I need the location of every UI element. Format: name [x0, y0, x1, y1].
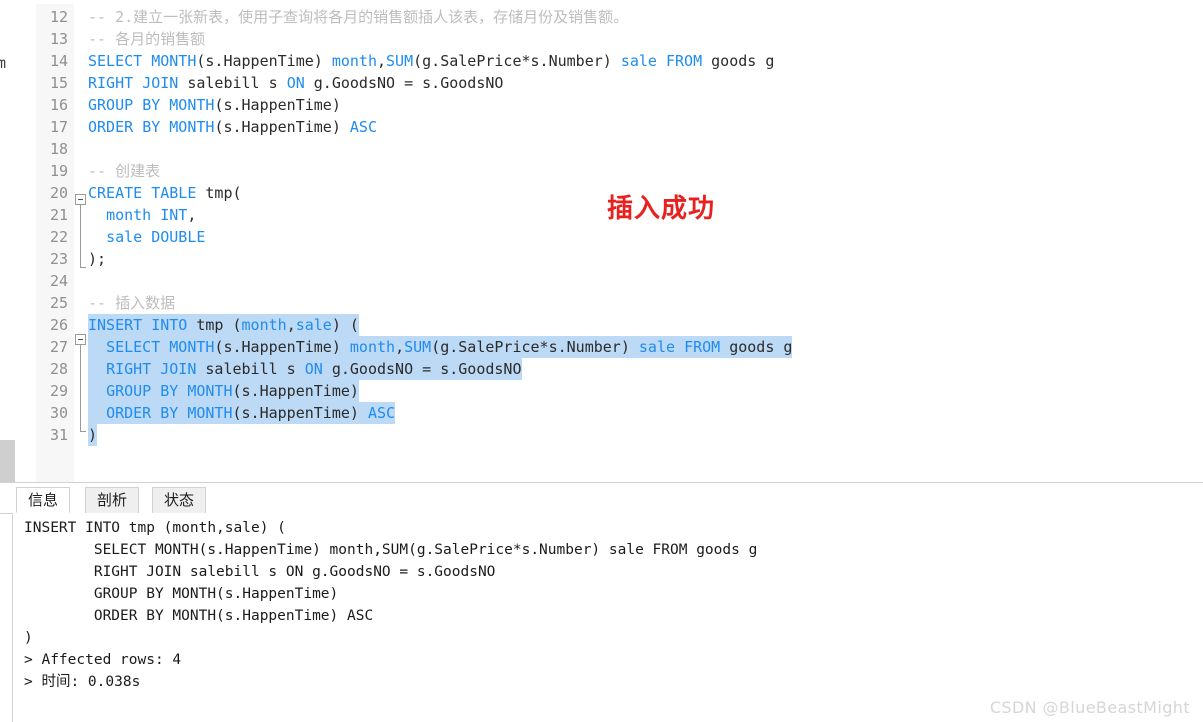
- sql-editor-window: m 12 -- 2.建立一张新表，使用子查询将各月的销售额插人该表，存储月份及销售…: [0, 0, 1203, 722]
- code-text[interactable]: SELECT MONTH(s.HappenTime) month,SUM(g.S…: [88, 50, 774, 72]
- code-line[interactable]: 25 -- 插入数据: [0, 292, 1203, 314]
- tab-status[interactable]: 状态: [152, 487, 207, 513]
- annotation-insert-success: 插入成功: [607, 194, 716, 224]
- code-text[interactable]: SELECT MONTH(s.HappenTime) month,SUM(g.S…: [88, 336, 793, 358]
- result-tabbar: 信息 剖析 状态: [0, 483, 1203, 514]
- result-output-text[interactable]: INSERT INTO tmp (month,sale) ( SELECT MO…: [13, 513, 1203, 722]
- code-line[interactable]: 23);: [0, 248, 1203, 270]
- code-text[interactable]: GROUP BY MONTH(s.HappenTime): [88, 380, 359, 402]
- top-row-clip: [36, 0, 1203, 4]
- csdn-watermark: CSDN @BlueBeastMight: [989, 698, 1190, 717]
- line-number: 31: [49, 426, 68, 444]
- code-text[interactable]: );: [88, 248, 106, 270]
- fold-toggle-create-table[interactable]: [75, 194, 86, 205]
- code-editor-pane[interactable]: m 12 -- 2.建立一张新表，使用子查询将各月的销售额插人该表，存储月份及销售…: [0, 0, 1203, 482]
- result-output-line: RIGHT JOIN salebill s ON g.GoodsNO = s.G…: [24, 564, 496, 580]
- code-line[interactable]: 30 ORDER BY MONTH(s.HappenTime) ASC: [0, 402, 1203, 424]
- line-number: 16: [49, 96, 68, 114]
- code-line[interactable]: 14 SELECT MONTH(s.HappenTime) month,SUM(g…: [0, 50, 1203, 72]
- code-text[interactable]: -- 各月的销售额: [88, 28, 205, 50]
- fold-bracket-insert: [80, 345, 81, 431]
- code-line[interactable]: 20 CREATE TABLE tmp(: [0, 182, 1203, 204]
- code-line[interactable]: 12 -- 2.建立一张新表，使用子查询将各月的销售额插人该表，存储月份及销售额。: [0, 6, 1203, 28]
- code-line[interactable]: 17 ORDER BY MONTH(s.HappenTime) ASC: [0, 116, 1203, 138]
- line-number: 22: [49, 228, 68, 246]
- code-text[interactable]: RIGHT JOIN salebill s ON g.GoodsNO = s.G…: [88, 358, 522, 380]
- result-output-line: GROUP BY MONTH(s.HappenTime): [24, 586, 339, 602]
- result-output-line: SELECT MONTH(s.HappenTime) month,SUM(g.S…: [24, 542, 758, 558]
- result-output-line: ORDER BY MONTH(s.HappenTime) ASC: [24, 608, 374, 624]
- code-line[interactable]: 28 RIGHT JOIN salebill s ON g.GoodsNO = …: [0, 358, 1203, 380]
- result-output-line: ): [24, 630, 33, 646]
- code-text[interactable]: sale DOUBLE: [88, 226, 205, 248]
- code-text[interactable]: -- 插入数据: [88, 292, 175, 314]
- line-number: 15: [49, 74, 68, 92]
- code-line[interactable]: 27 SELECT MONTH(s.HappenTime) month,SUM(…: [0, 336, 1203, 358]
- code-line[interactable]: 15 RIGHT JOIN salebill s ON g.GoodsNO = s…: [0, 72, 1203, 94]
- line-number: 29: [49, 382, 68, 400]
- fold-bracket-end-create-table: [80, 267, 86, 268]
- result-output-line: INSERT INTO tmp (month,sale) (: [24, 520, 286, 536]
- line-number: 23: [49, 250, 68, 268]
- fold-bracket-create-table: [80, 205, 81, 267]
- line-number: 28: [49, 360, 68, 378]
- fold-toggle-insert[interactable]: [75, 334, 86, 345]
- code-text[interactable]: month INT,: [88, 204, 196, 226]
- fold-bracket-end-insert: [80, 431, 86, 432]
- line-number: 24: [49, 272, 68, 290]
- code-text[interactable]: GROUP BY MONTH(s.HappenTime): [88, 94, 341, 116]
- code-text[interactable]: RIGHT JOIN salebill s ON g.GoodsNO = s.G…: [88, 72, 503, 94]
- line-number: 27: [49, 338, 68, 356]
- code-text[interactable]: CREATE TABLE tmp(: [88, 182, 242, 204]
- code-line[interactable]: 19 -- 创建表: [0, 160, 1203, 182]
- code-text[interactable]: INSERT INTO tmp (month,sale) (: [88, 314, 359, 336]
- code-line[interactable]: 29 GROUP BY MONTH(s.HappenTime): [0, 380, 1203, 402]
- line-number: 20: [49, 184, 68, 202]
- code-line[interactable]: 21 month INT,: [0, 204, 1203, 226]
- code-text[interactable]: ORDER BY MONTH(s.HappenTime) ASC: [88, 402, 396, 424]
- line-number: 12: [49, 8, 68, 26]
- code-lines-container[interactable]: 12 -- 2.建立一张新表，使用子查询将各月的销售额插人该表，存储月份及销售额。…: [0, 0, 1203, 482]
- code-line[interactable]: 18: [0, 138, 1203, 160]
- code-line[interactable]: 13 -- 各月的销售额: [0, 28, 1203, 50]
- code-line[interactable]: 31): [0, 424, 1203, 446]
- code-text[interactable]: -- 创建表: [88, 160, 160, 182]
- line-number: 13: [49, 30, 68, 48]
- code-text[interactable]: -- 2.建立一张新表，使用子查询将各月的销售额插人该表，存储月份及销售额。: [88, 6, 628, 28]
- line-number: 26: [49, 316, 68, 334]
- code-text[interactable]: ORDER BY MONTH(s.HappenTime) ASC: [88, 116, 377, 138]
- result-output-line: > 时间: 0.038s: [24, 674, 141, 690]
- line-number: 19: [49, 162, 68, 180]
- tab-profile[interactable]: 剖析: [85, 487, 140, 513]
- code-line[interactable]: 22 sale DOUBLE: [0, 226, 1203, 248]
- line-number: 25: [49, 294, 68, 312]
- tab-info[interactable]: 信息: [16, 487, 71, 513]
- code-text[interactable]: ): [88, 424, 98, 446]
- line-number: 14: [49, 52, 68, 70]
- line-number: 18: [49, 140, 68, 158]
- line-number: 21: [49, 206, 68, 224]
- code-line[interactable]: 26 INSERT INTO tmp (month,sale) (: [0, 314, 1203, 336]
- result-panel: 信息 剖析 状态 INSERT INTO tmp (month,sale) ( …: [0, 482, 1203, 722]
- code-line[interactable]: 16 GROUP BY MONTH(s.HappenTime): [0, 94, 1203, 116]
- line-number: 17: [49, 118, 68, 136]
- line-number: 30: [49, 404, 68, 422]
- code-line[interactable]: 24: [0, 270, 1203, 292]
- result-output-line: > Affected rows: 4: [24, 652, 182, 668]
